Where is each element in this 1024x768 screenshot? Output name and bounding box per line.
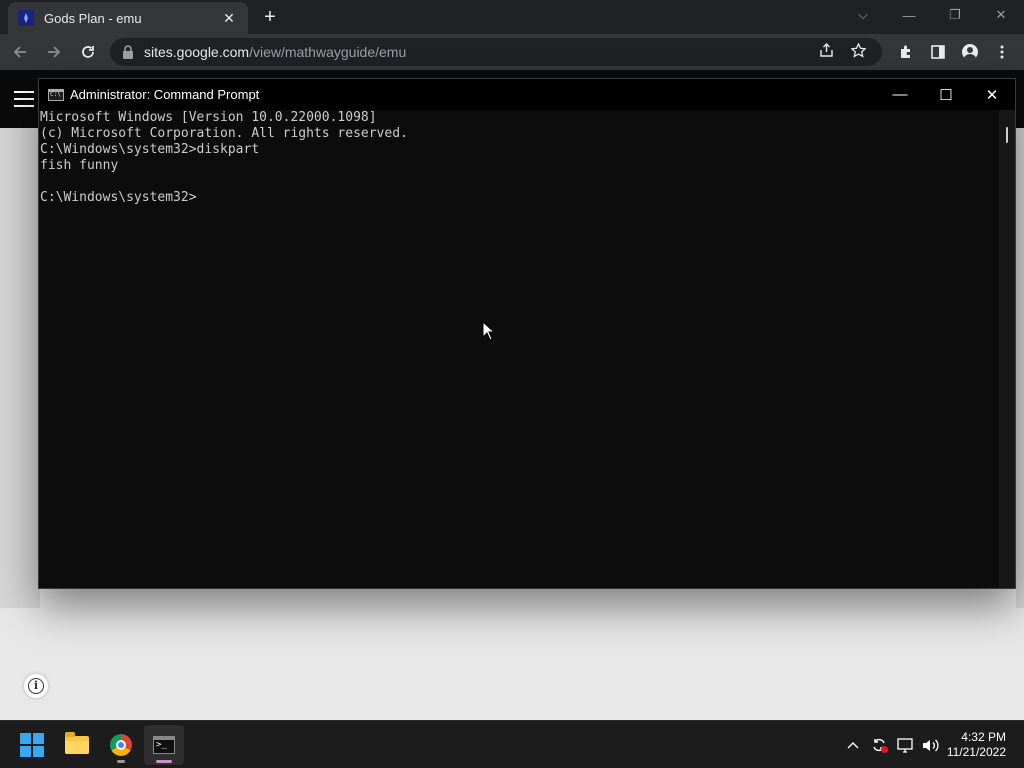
console-line: (c) Microsoft Corporation. All rights re… — [40, 126, 408, 141]
reload-button[interactable] — [74, 38, 102, 66]
browser-window-controls: ⌵ — ❐ ✕ — [840, 0, 1024, 34]
running-indicator — [117, 760, 125, 763]
browser-menu-kebab-icon[interactable] — [986, 38, 1018, 66]
active-indicator — [156, 760, 172, 763]
clock-date: 11/21/2022 — [946, 745, 1006, 759]
folder-icon — [65, 732, 89, 754]
url-path: /view/mathwayguide/emu — [249, 44, 407, 60]
network-icon[interactable] — [892, 730, 918, 760]
cmd-app-icon — [48, 88, 64, 101]
browser-minimize-button[interactable]: — — [886, 0, 932, 30]
sync-status-icon[interactable] — [866, 730, 892, 760]
show-hidden-icons-chevron-icon[interactable] — [840, 730, 866, 760]
taskbar-chrome[interactable] — [101, 725, 141, 765]
browser-toolbar: sites.google.com/view/mathwayguide/emu — [0, 34, 1024, 70]
cmd-minimize-button[interactable]: — — [877, 79, 923, 110]
reload-icon — [82, 46, 94, 58]
taskbar-clock[interactable]: 4:32 PM 11/21/2022 — [944, 730, 1024, 760]
forward-arrow-icon — [48, 46, 61, 58]
lock-icon[interactable] — [122, 45, 134, 59]
cmd-maximize-button[interactable]: ☐ — [923, 79, 969, 110]
profile-icon — [962, 44, 978, 60]
share-icon[interactable] — [810, 42, 842, 62]
console-prompt-line[interactable]: C:\Windows\system32> — [40, 190, 999, 206]
clock-time: 4:32 PM — [961, 730, 1006, 744]
profile-avatar[interactable] — [954, 38, 986, 66]
tab-title: Gods Plan - emu — [44, 10, 142, 26]
browser-tabstrip: Gods Plan - emu ✕ + ⌵ — ❐ ✕ — [0, 0, 1024, 34]
cmd-window-title: Administrator: Command Prompt — [70, 87, 260, 102]
console-line: C:\Windows\system32>diskpart — [40, 142, 260, 157]
browser-restore-button[interactable]: ❐ — [932, 0, 978, 30]
tab-search-dropdown-icon[interactable]: ⌵ — [840, 0, 886, 30]
back-arrow-icon — [13, 46, 26, 58]
info-icon: i — [28, 678, 44, 694]
toolbar-right-actions — [890, 38, 1018, 66]
terminal-icon — [153, 736, 175, 754]
extensions-puzzle-icon[interactable] — [890, 38, 922, 66]
site-favicon-icon — [18, 10, 34, 26]
page-background-left — [0, 128, 40, 608]
new-tab-button[interactable]: + — [258, 6, 282, 30]
console-line: Microsoft Windows [Version 10.0.22000.10… — [40, 110, 377, 125]
sync-error-badge — [881, 746, 888, 753]
windows-taskbar: 4:32 PM 11/21/2022 — [0, 720, 1024, 768]
browser-close-button[interactable]: ✕ — [978, 0, 1024, 30]
forward-button[interactable] — [40, 38, 68, 66]
cmd-close-button[interactable]: ✕ — [969, 79, 1015, 110]
omnibox-actions — [810, 38, 874, 66]
address-bar[interactable]: sites.google.com/view/mathwayguide/emu — [110, 38, 882, 66]
taskbar-file-explorer[interactable] — [57, 725, 97, 765]
volume-icon[interactable] — [918, 730, 944, 760]
cmd-scrollbar-thumb[interactable] — [1006, 127, 1008, 143]
taskbar-terminal[interactable] — [144, 725, 184, 765]
address-url[interactable]: sites.google.com/view/mathwayguide/emu — [144, 44, 406, 60]
chrome-icon — [110, 734, 132, 756]
command-prompt-window[interactable]: Administrator: Command Prompt — ☐ ✕ Micr… — [38, 78, 1016, 589]
bookmark-star-icon[interactable] — [842, 41, 874, 62]
mouse-pointer-icon — [482, 321, 496, 341]
console-line: fish funny — [40, 158, 119, 173]
cmd-scrollbar[interactable] — [999, 110, 1015, 588]
start-button[interactable] — [12, 725, 52, 765]
system-tray: 4:32 PM 11/21/2022 — [840, 721, 1024, 768]
url-domain: sites.google.com — [144, 44, 250, 60]
hamburger-menu-icon[interactable] — [14, 91, 34, 107]
page-background-right — [1016, 128, 1024, 608]
browser-tab[interactable]: Gods Plan - emu ✕ — [8, 2, 248, 34]
tab-close-icon[interactable]: ✕ — [220, 10, 238, 27]
cmd-window-controls: — ☐ ✕ — [877, 79, 1015, 110]
windows-logo-icon — [20, 733, 44, 757]
site-info-button[interactable]: i — [24, 674, 48, 698]
side-panel-icon[interactable] — [922, 38, 954, 66]
cmd-titlebar[interactable]: Administrator: Command Prompt — ☐ ✕ — [39, 79, 1015, 110]
back-button[interactable] — [6, 38, 34, 66]
cmd-console-output[interactable]: Microsoft Windows [Version 10.0.22000.10… — [39, 110, 999, 588]
